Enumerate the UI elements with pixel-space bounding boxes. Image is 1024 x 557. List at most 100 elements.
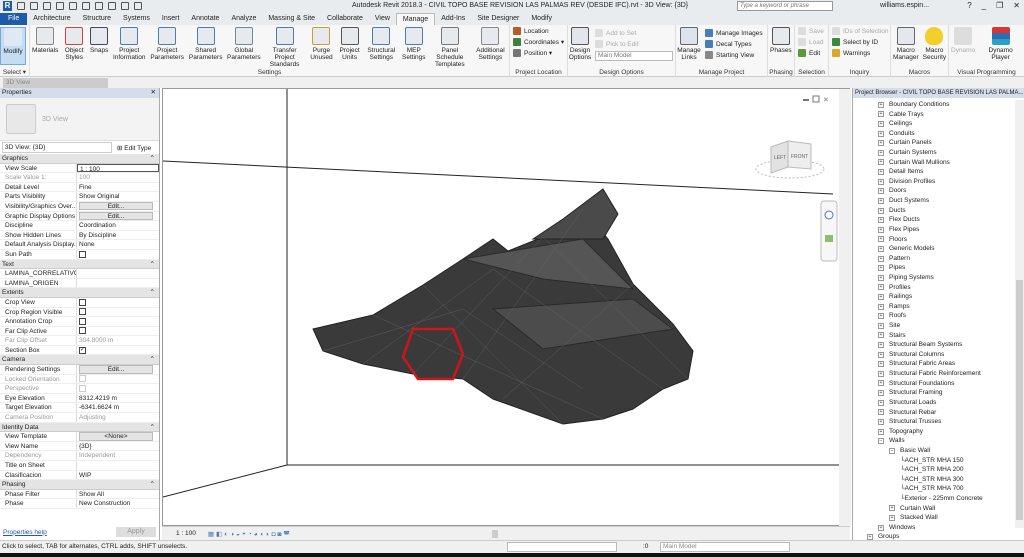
property-value[interactable]: {3D} bbox=[77, 442, 159, 451]
expand-icon[interactable]: + bbox=[878, 217, 884, 224]
browser-item-windows[interactable]: + Windows bbox=[853, 523, 1013, 533]
expand-icon[interactable]: + bbox=[878, 226, 884, 233]
property-edit-button[interactable]: Edit... bbox=[79, 365, 153, 374]
browser-item-ducts[interactable]: + Ducts bbox=[853, 206, 1013, 216]
tab-insert[interactable]: Insert bbox=[156, 13, 186, 25]
browser-item-site[interactable]: + Site bbox=[853, 321, 1013, 331]
close-button[interactable]: ✕ bbox=[1013, 1, 1020, 10]
browser-item-flex-pipes[interactable]: + Flex Pipes bbox=[853, 225, 1013, 235]
collapse-icon[interactable]: ⌃ bbox=[150, 355, 155, 364]
toposurface-mesh[interactable] bbox=[312, 188, 694, 425]
instance-selector-dropdown[interactable]: 3D View: {3D} bbox=[2, 142, 112, 153]
apply-button[interactable]: Apply bbox=[116, 527, 156, 537]
view-tab-3d[interactable]: 3D View bbox=[3, 78, 108, 88]
group-graphics[interactable]: Graphics ⌃ bbox=[0, 154, 159, 164]
navigation-bar[interactable] bbox=[820, 200, 838, 262]
measure-icon[interactable] bbox=[95, 2, 103, 10]
property-value[interactable]: ✓ bbox=[77, 346, 159, 355]
expand-icon[interactable]: + bbox=[878, 265, 884, 272]
browser-item-conduits[interactable]: + Conduits bbox=[853, 129, 1013, 139]
property-value[interactable]: Coordination bbox=[77, 221, 159, 230]
expand-icon[interactable]: + bbox=[878, 351, 884, 358]
property-value-text[interactable]: 1 : 100 bbox=[80, 166, 100, 172]
browser-item-exterior-225mm-concrete[interactable]: └ Exterior - 225mm Concrete bbox=[853, 494, 1013, 504]
close-icon[interactable]: ✕ bbox=[151, 88, 156, 98]
property-value[interactable]: Show Original bbox=[77, 192, 159, 201]
expand-icon[interactable]: + bbox=[878, 361, 884, 368]
tab-manage[interactable]: Manage bbox=[395, 13, 436, 25]
property-value[interactable]: 8312.4219 m bbox=[77, 394, 159, 403]
tab-architecture[interactable]: Architecture bbox=[27, 13, 76, 25]
property-edit-button[interactable]: Edit... bbox=[79, 211, 153, 221]
browser-item-structural-fabric-areas[interactable]: + Structural Fabric Areas bbox=[853, 359, 1013, 369]
shared-parameters-button[interactable]: Shared Parameters bbox=[186, 27, 225, 61]
property-value[interactable] bbox=[77, 298, 159, 307]
checkbox[interactable] bbox=[79, 298, 86, 306]
macro-security-button[interactable]: Macro Security bbox=[921, 27, 948, 61]
browser-item-floors[interactable]: + Floors bbox=[853, 235, 1013, 245]
expand-icon[interactable]: + bbox=[878, 159, 884, 166]
browser-item-structural-framing[interactable]: + Structural Framing bbox=[853, 388, 1013, 398]
ids-of-selection-button[interactable]: IDs of Selection bbox=[832, 27, 889, 35]
checkbox[interactable]: ✓ bbox=[79, 346, 86, 354]
property-value[interactable]: Independent bbox=[77, 451, 159, 460]
expand-icon[interactable]: + bbox=[878, 255, 884, 262]
property-edit-button[interactable]: Edit... bbox=[79, 201, 153, 211]
transfer-project-standards-button[interactable]: Transfer Project Standards bbox=[263, 27, 307, 68]
coordinates-button[interactable]: Coordinates ▾ bbox=[513, 38, 564, 46]
expand-icon[interactable]: + bbox=[878, 332, 884, 339]
group-text[interactable]: Text ⌃ bbox=[0, 259, 159, 270]
3d-view-icon[interactable] bbox=[121, 2, 129, 10]
object-styles-button[interactable]: Object Styles bbox=[60, 27, 88, 61]
expand-icon[interactable]: + bbox=[878, 188, 884, 195]
checkbox[interactable] bbox=[79, 385, 86, 393]
collapse-icon[interactable]: ⌃ bbox=[150, 423, 155, 432]
save-selection-button[interactable]: Save bbox=[798, 27, 824, 35]
expand-icon[interactable]: + bbox=[878, 380, 884, 387]
project-information-button[interactable]: Project Information bbox=[110, 27, 148, 61]
expand-icon[interactable]: + bbox=[878, 121, 884, 128]
minimize-view-icon[interactable] bbox=[803, 99, 809, 101]
property-value[interactable]: <None> bbox=[77, 432, 159, 441]
property-value[interactable]: Edit... bbox=[77, 365, 159, 374]
undo-icon[interactable] bbox=[56, 2, 64, 10]
expand-icon[interactable]: + bbox=[878, 130, 884, 137]
expand-icon[interactable]: + bbox=[878, 207, 884, 214]
checkbox[interactable] bbox=[79, 375, 86, 383]
tab-analyze[interactable]: Analyze bbox=[225, 13, 262, 25]
open-icon[interactable] bbox=[17, 2, 25, 10]
design-options-button[interactable]: Design Options bbox=[568, 27, 592, 61]
type-selector[interactable]: 3D View bbox=[0, 98, 159, 141]
browser-item-pipes[interactable]: + Pipes bbox=[853, 263, 1013, 273]
browser-item-walls[interactable]: − Walls bbox=[853, 436, 1013, 446]
expand-icon[interactable]: + bbox=[878, 101, 884, 108]
modify-button[interactable]: Modify bbox=[0, 27, 26, 65]
property-value[interactable] bbox=[77, 327, 159, 336]
expand-icon[interactable]: + bbox=[878, 197, 884, 204]
browser-item-generic-models[interactable]: + Generic Models bbox=[853, 244, 1013, 254]
group-extents[interactable]: Extents ⌃ bbox=[0, 288, 159, 298]
group-camera[interactable]: Camera ⌃ bbox=[0, 355, 159, 366]
checkbox[interactable] bbox=[79, 308, 86, 316]
restore-button[interactable]: ❐ bbox=[996, 1, 1003, 10]
collapse-icon[interactable]: − bbox=[889, 447, 895, 454]
browser-item-structural-beam-systems[interactable]: + Structural Beam Systems bbox=[853, 340, 1013, 350]
expand-icon[interactable]: + bbox=[878, 303, 884, 310]
zoom-icon[interactable] bbox=[825, 235, 833, 242]
user-account[interactable]: williams.espin... bbox=[880, 2, 929, 9]
design-option-combo[interactable]: Main Model bbox=[595, 51, 673, 61]
expand-icon[interactable]: + bbox=[878, 390, 884, 397]
view-scale[interactable]: 1 : 100 bbox=[176, 530, 196, 537]
expand-icon[interactable]: + bbox=[878, 428, 884, 435]
browser-item-ach-str-mha-200[interactable]: └ ACH_STR MHA 200 bbox=[853, 465, 1013, 475]
materials-button[interactable]: Materials bbox=[30, 27, 60, 54]
checkbox[interactable] bbox=[79, 327, 86, 335]
position-button[interactable]: Position ▾ bbox=[513, 49, 552, 57]
property-value[interactable]: -6341.6624 m bbox=[77, 403, 159, 412]
snaps-button[interactable]: Snaps bbox=[88, 27, 110, 54]
tab-massing-site[interactable]: Massing & Site bbox=[262, 13, 321, 25]
add-to-set-button[interactable]: Add to Set bbox=[595, 29, 673, 37]
browser-item-structural-loads[interactable]: + Structural Loads bbox=[853, 398, 1013, 408]
tab-modify[interactable]: Modify bbox=[525, 13, 558, 25]
property-value[interactable] bbox=[77, 250, 159, 259]
